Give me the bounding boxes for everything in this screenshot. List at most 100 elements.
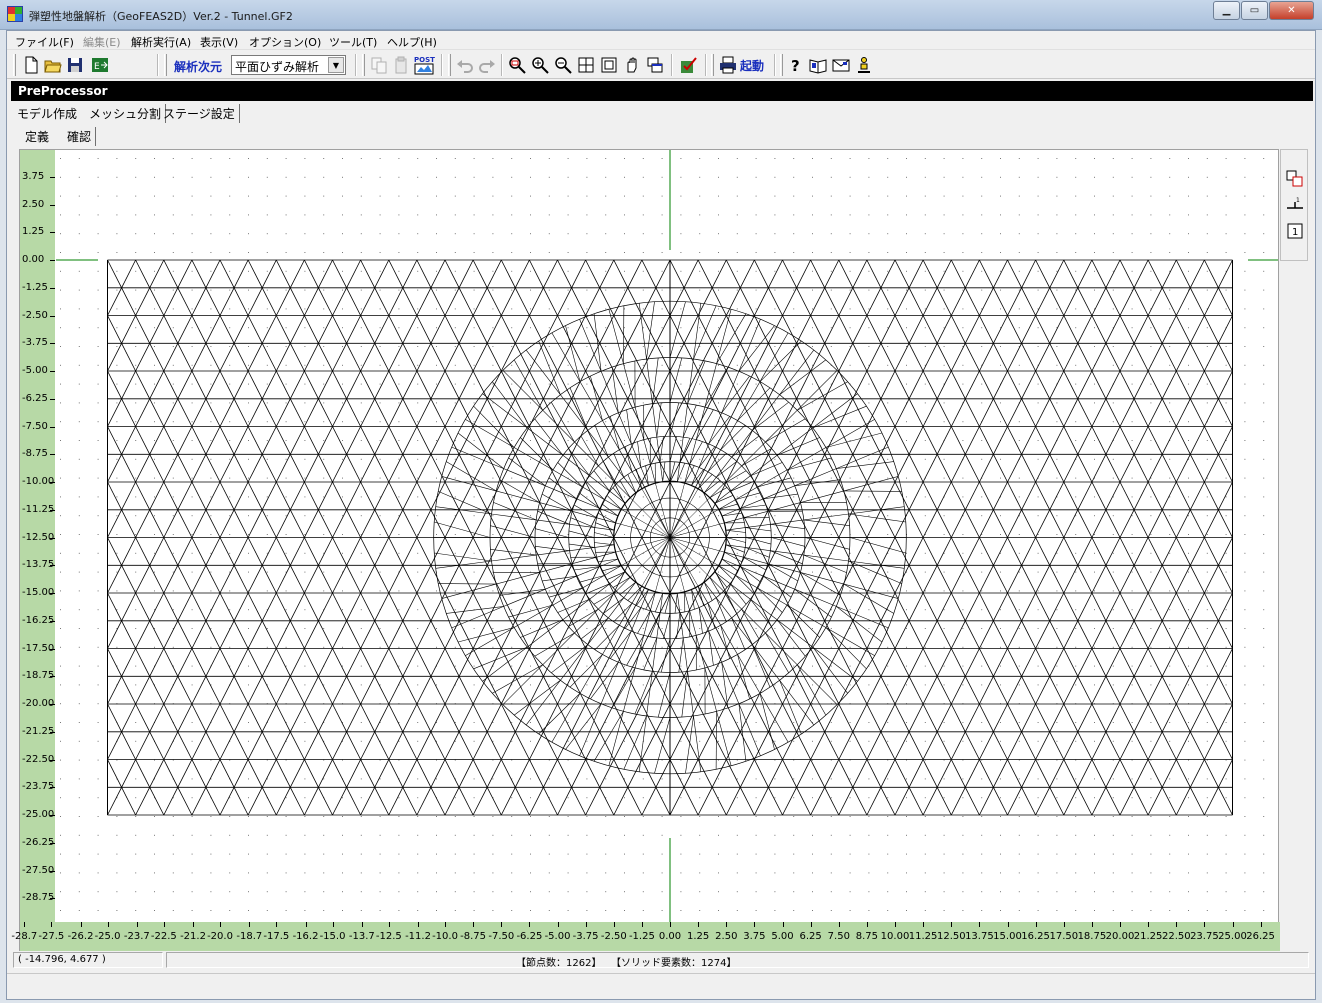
manual-button[interactable] [808, 55, 828, 75]
mesh-edge [704, 363, 717, 408]
grid-dot [962, 440, 964, 441]
grid-dot [699, 628, 701, 629]
fit-model-button[interactable] [599, 55, 619, 75]
grid-dot [793, 252, 795, 253]
menu-help[interactable]: ヘルプ(H) [387, 34, 437, 50]
main-tabs: モデル作成 メッシュ分割 ステージ設定 [11, 102, 1313, 124]
toolbar-grip[interactable] [13, 54, 16, 76]
mesh-edge [360, 759, 376, 788]
menu-view[interactable]: 表示(V) [200, 34, 238, 50]
grid-dot [699, 552, 701, 554]
mesh-canvas[interactable]: 3.75 2.50 1.25 0.00 -1.25 -2.50 -3.75 -5.00 -6.2… [11, 149, 1280, 952]
grid-dot [699, 872, 701, 874]
fit-all-button[interactable] [576, 55, 596, 75]
new-file-button[interactable] [21, 55, 41, 75]
grid-dot [699, 496, 701, 498]
grid-dot [830, 214, 832, 216]
tab-confirm[interactable]: 確認 [63, 127, 97, 146]
open-file-button[interactable] [43, 55, 63, 75]
help-button[interactable]: ? [786, 55, 806, 75]
mesh-edge [472, 676, 488, 705]
close-button[interactable]: ✕ [1269, 1, 1314, 20]
mesh-edge [444, 287, 460, 316]
grid-dot [248, 176, 249, 178]
mesh-edge [866, 343, 882, 372]
toolbar-grip[interactable] [711, 54, 714, 76]
menu-file[interactable]: ファイル(F) [15, 34, 74, 50]
mesh-edge [535, 528, 569, 538]
zoom-in-button[interactable] [530, 55, 550, 75]
mesh-edge [444, 537, 460, 566]
mesh-edge [824, 426, 840, 455]
mesh-edge [645, 591, 656, 610]
mesh-edge [979, 787, 994, 816]
zoom-out-button[interactable] [553, 55, 573, 75]
about-button[interactable] [854, 55, 874, 75]
mesh-edge [486, 315, 502, 344]
maximize-button[interactable]: ▭ [1241, 1, 1268, 20]
mesh-edge [465, 627, 515, 656]
mesh-edge [1077, 370, 1093, 399]
grid-dot [1000, 289, 1001, 291]
menu-tools[interactable]: ツール(T) [329, 34, 377, 50]
mesh-edge [360, 315, 376, 344]
grid-dot [849, 308, 851, 310]
mesh-edge [318, 620, 333, 649]
grid-dot [436, 252, 437, 253]
grid-dot [642, 402, 644, 404]
menu-options[interactable]: オプション(O) [249, 34, 321, 50]
tab-mesh-division[interactable]: メッシュ分割 [85, 104, 167, 123]
mesh-edge [1189, 620, 1205, 649]
grid-dot [1056, 684, 1058, 686]
grid-dot [868, 195, 870, 197]
undo-button[interactable] [455, 55, 475, 75]
toolbar-grip[interactable] [362, 54, 365, 76]
grid-dot [360, 327, 362, 329]
launch-label[interactable]: 起動 [740, 57, 764, 74]
grid-dot [699, 402, 701, 404]
toolbar-grip[interactable] [164, 54, 167, 76]
grid-dot [736, 646, 738, 648]
mesh-edge [472, 287, 488, 316]
grid-dot [981, 308, 983, 310]
mesh-edge [950, 620, 966, 649]
grid-dot [830, 477, 832, 479]
toolbar-grip[interactable] [448, 54, 451, 76]
mesh-edge [922, 731, 938, 760]
grid-dot [548, 440, 550, 441]
grid-dot [530, 458, 531, 460]
post-processor-button[interactable]: POST [413, 55, 435, 75]
launch-solver-button[interactable] [718, 55, 738, 75]
check-model-button[interactable] [679, 55, 699, 75]
grid-dot [360, 628, 362, 629]
mesh-edge [725, 398, 741, 427]
mesh-edge [1133, 620, 1149, 649]
toolbar-grip[interactable] [780, 54, 783, 76]
tab-model-create[interactable]: モデル作成 [13, 104, 81, 123]
redo-button[interactable] [477, 55, 497, 75]
window-arrange-button[interactable] [645, 55, 665, 75]
mail-button[interactable] [831, 55, 851, 75]
save-button[interactable] [65, 55, 85, 75]
mesh-edge [388, 592, 404, 621]
paste-button[interactable] [391, 55, 411, 75]
grid-dot [1112, 609, 1114, 611]
export-button[interactable]: E [90, 55, 110, 75]
mesh-edge [1133, 787, 1149, 816]
menu-edit[interactable]: 編集(E) [83, 34, 121, 50]
analysis-dimension-select[interactable]: 平面ひずみ解析 ▼ [231, 55, 346, 75]
copy-button[interactable] [369, 55, 389, 75]
chevron-down-icon[interactable]: ▼ [328, 57, 344, 73]
tab-stage-settings[interactable]: ステージ設定 [159, 104, 240, 123]
menu-analysis[interactable]: 解析実行(A) [131, 34, 191, 50]
zoom-window-button[interactable] [507, 55, 527, 75]
grid-dot [830, 646, 832, 648]
mesh-drawing[interactable] [20, 150, 1278, 922]
pan-button[interactable] [622, 55, 642, 75]
tab-definition[interactable]: 定義 [21, 127, 53, 146]
grid-dot [492, 515, 494, 517]
mesh-edge [569, 387, 589, 431]
grid-dot [360, 684, 362, 686]
grid-dot [304, 853, 306, 855]
minimize-button[interactable]: ▁ [1213, 1, 1240, 20]
